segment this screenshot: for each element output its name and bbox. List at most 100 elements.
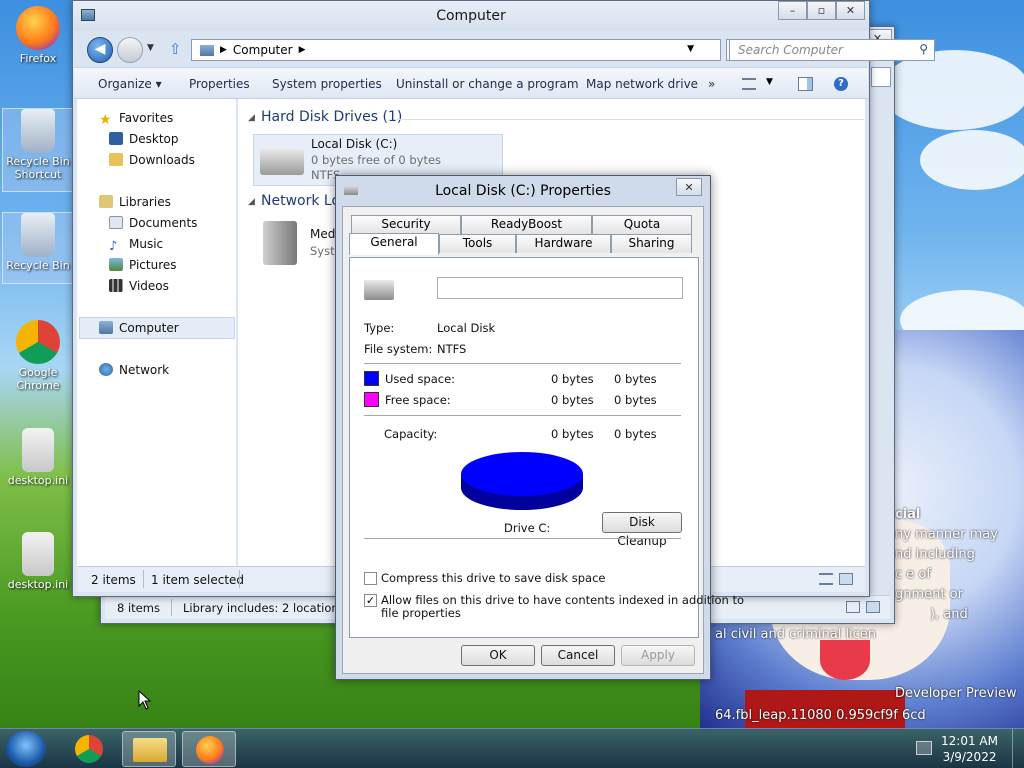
nav-desktop[interactable]: Desktop [109,132,179,146]
show-desktop-button[interactable] [1012,729,1024,768]
change-view-icon[interactable] [742,78,756,90]
desktop-icon-google-chrome[interactable]: Google Chrome [2,320,74,392]
details-view-icon[interactable] [846,601,860,613]
tab-quota[interactable]: Quota [592,215,692,234]
status-item-count: 2 items [91,573,136,587]
organize-button[interactable]: Organize ▾ [98,77,162,91]
help-icon[interactable]: ? [834,77,848,91]
nav-computer[interactable]: Computer [99,321,179,335]
nav-documents[interactable]: Documents [109,216,197,230]
free-space-bytes: 0 bytes [551,393,594,407]
address-bar[interactable]: ▶ Computer ▶ ▼ ⇆ [191,39,750,61]
index-contents-checkbox[interactable]: ✓ [364,594,377,607]
pie-top-used-space [461,452,583,496]
status-divider [239,570,240,588]
general-tab-page: Type: Local Disk File system: NTFS Used … [349,257,744,638]
taskbar-chrome[interactable] [62,731,116,767]
capacity-label: Capacity: [384,427,438,441]
up-arrow-icon[interactable]: ⇧ [169,40,182,58]
search-input[interactable]: Search Computer ⚲ [729,39,935,61]
recent-pages-chevron-icon[interactable]: ▼ [147,43,154,53]
desktop-icon-desktop-ini[interactable]: desktop.ini [2,428,74,487]
desktop-icon-label: Firefox [19,52,57,65]
tab-security[interactable]: Security [351,215,461,234]
taskbar: 12:01 AM 3/9/2022 [0,728,1024,768]
desktop-icon-label: Google Chrome [16,366,60,392]
desktop-icon-recycle-bin[interactable]: Recycle Bin [2,212,74,284]
network-icon [99,363,113,376]
desktop-icon-desktop-ini[interactable]: desktop.ini [2,532,74,591]
properties-dialog[interactable]: Local Disk (C:) Properties ✕ Security Re… [335,175,744,680]
search-icon[interactable]: ⚲ [919,42,928,56]
chrome-icon [16,320,60,364]
status-library-info: Library includes: 2 locations [183,601,345,615]
taskbar-explorer[interactable] [122,731,176,767]
dialog-close-button[interactable]: ✕ [676,178,702,196]
back-arrow-icon[interactable]: ◀ [87,37,113,63]
nav-downloads[interactable]: Downloads [109,153,195,167]
taskbar-firefox[interactable] [182,731,236,767]
breadcrumb-chevron-icon[interactable]: ▶ [220,45,227,55]
free-space-color-swatch [364,392,379,407]
cancel-button[interactable]: Cancel [541,645,615,666]
desktop-icon-recycle-bin-shortcut[interactable]: Recycle Bin Shortcut [2,108,74,192]
nav-libraries[interactable]: Libraries [99,195,171,209]
start-button[interactable] [6,731,46,767]
collapse-group-icon[interactable]: ◢ [248,197,255,207]
tab-sharing[interactable]: Sharing [611,234,692,253]
disk-usage-pie-chart [461,452,583,510]
uninstall-program-button[interactable]: Uninstall or change a program [396,77,579,91]
forward-arrow-icon[interactable] [117,37,143,63]
ok-button[interactable]: OK [461,645,535,666]
map-network-drive-button[interactable]: Map network drive [586,77,698,91]
maximize-button[interactable]: ▫ [807,1,836,20]
nav-pictures[interactable]: Pictures [109,258,177,272]
star-icon: ★ [99,112,112,128]
address-dropdown-icon[interactable]: ▼ [687,44,694,54]
system-properties-button[interactable]: System properties [272,77,382,91]
chrome-icon [75,735,103,763]
nav-label: Desktop [129,132,179,146]
separator [364,415,681,416]
preview-pane-icon[interactable] [798,77,813,91]
videos-icon [109,279,123,292]
downloads-folder-icon [109,153,123,166]
tab-readyboost[interactable]: ReadyBoost [461,215,592,234]
view-dropdown-icon[interactable]: ▼ [766,77,773,87]
search-icon[interactable] [871,67,891,87]
more-commands-button[interactable]: » [708,77,715,91]
separator [364,538,681,539]
disk-cleanup-button[interactable]: Disk Cleanup [602,512,682,548]
breadcrumb-computer[interactable]: Computer [233,43,293,57]
explorer-title-bar[interactable]: Computer – ▫ ✕ [73,1,869,31]
properties-button[interactable]: Properties [189,77,250,91]
free-space-size: 0 bytes [614,393,657,407]
nav-network[interactable]: Network [99,363,169,377]
status-item-count: 8 items [117,601,160,615]
tab-general[interactable]: General [349,233,439,255]
drive-label-input[interactable] [437,277,683,299]
nav-videos[interactable]: Videos [109,279,169,293]
network-location-group-header[interactable]: Network Lo [261,193,340,209]
details-view-icon[interactable] [819,573,833,585]
nav-music[interactable]: ♪ Music [109,237,163,254]
hdd-group-header[interactable]: Hard Disk Drives (1) [261,109,402,125]
folder-icon [133,738,167,762]
network-status-icon[interactable] [916,741,932,755]
large-icons-view-icon[interactable] [866,601,880,613]
nav-label: Libraries [119,195,171,209]
nav-favorites[interactable]: ★ Favorites [99,111,173,128]
tab-tools[interactable]: Tools [439,234,516,253]
watermark-line: ), and [930,607,968,622]
compress-drive-checkbox[interactable] [364,572,377,585]
close-button[interactable]: ✕ [836,1,865,20]
music-icon: ♪ [109,239,118,254]
tab-hardware[interactable]: Hardware [516,234,611,253]
system-clock[interactable]: 12:01 AM 3/9/2022 [941,733,998,765]
large-icons-view-icon[interactable] [839,573,853,585]
minimize-button[interactable]: – [778,1,807,20]
collapse-group-icon[interactable]: ◢ [248,113,255,123]
breadcrumb-chevron-icon[interactable]: ▶ [299,45,306,55]
desktop-icon-firefox[interactable]: Firefox [2,6,74,65]
apply-button[interactable]: Apply [621,645,695,666]
